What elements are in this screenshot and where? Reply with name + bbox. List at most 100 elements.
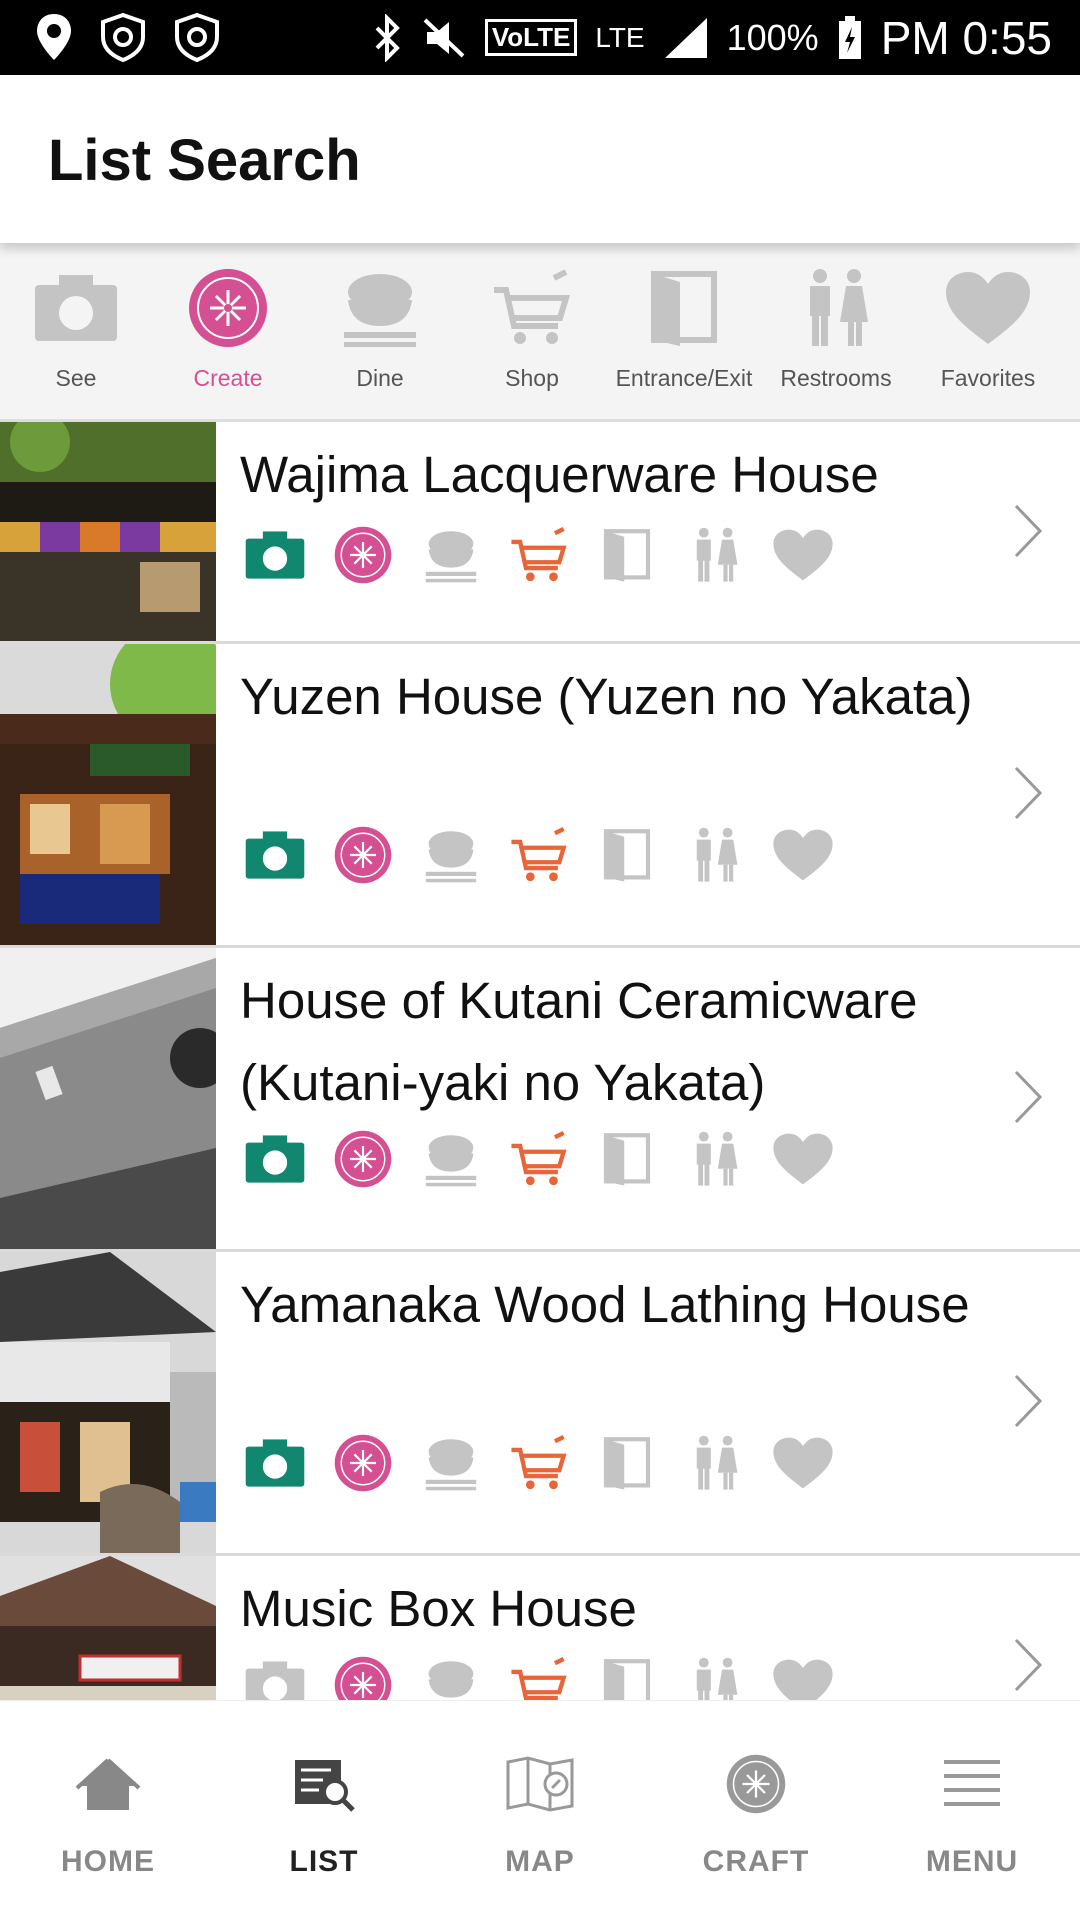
filter-create[interactable]: Create bbox=[152, 243, 304, 419]
door-icon bbox=[596, 1432, 658, 1494]
yamanaka-house-photo bbox=[0, 1252, 216, 1553]
hamburger-menu-icon bbox=[932, 1749, 1012, 1819]
shopping-cart-icon bbox=[508, 1432, 570, 1494]
heart-icon[interactable] bbox=[772, 524, 834, 586]
list-item[interactable]: Yuzen House (Yuzen no Yakata) bbox=[0, 644, 1080, 948]
shield-icon bbox=[101, 12, 145, 62]
nav-home[interactable]: HOME bbox=[0, 1701, 216, 1921]
restroom-icon bbox=[786, 263, 886, 353]
shopping-cart-icon bbox=[508, 524, 570, 586]
door-icon bbox=[634, 263, 734, 353]
place-list[interactable]: Wajima Lacquerware House Yuzen House (Yu… bbox=[0, 422, 1080, 1700]
rice-bowl-icon bbox=[420, 1654, 482, 1700]
filter-label: Shop bbox=[505, 365, 559, 391]
place-name: Yuzen House (Yuzen no Yakata) bbox=[240, 668, 973, 725]
shopping-cart-icon bbox=[508, 1654, 570, 1700]
filter-label: Create bbox=[193, 365, 263, 391]
restroom-icon bbox=[684, 1128, 746, 1190]
door-icon bbox=[596, 824, 658, 886]
category-icons bbox=[244, 1654, 834, 1700]
filter-restrooms[interactable]: Restrooms bbox=[760, 243, 912, 419]
heart-icon[interactable] bbox=[772, 1654, 834, 1700]
filter-see[interactable]: See bbox=[0, 243, 152, 419]
category-icons bbox=[244, 1432, 834, 1494]
heart-icon[interactable] bbox=[772, 1128, 834, 1190]
filter-label: See bbox=[55, 365, 97, 391]
shopping-cart-icon bbox=[508, 1128, 570, 1190]
heart-icon[interactable] bbox=[772, 824, 834, 886]
category-icons bbox=[244, 824, 834, 886]
volte-indicator: VoLTE bbox=[484, 19, 578, 56]
craft-flower-icon bbox=[178, 263, 278, 353]
filter-dine[interactable]: Dine bbox=[304, 243, 456, 419]
place-name: Music Box House bbox=[240, 1580, 637, 1637]
filter-entrance-exit[interactable]: Entrance/Exit bbox=[608, 243, 760, 419]
rice-bowl-icon bbox=[420, 1432, 482, 1494]
camera-icon bbox=[244, 1128, 306, 1190]
rice-bowl-icon bbox=[330, 263, 430, 353]
shopping-cart-icon bbox=[482, 263, 582, 353]
craft-icon bbox=[716, 1749, 796, 1819]
door-icon bbox=[596, 1654, 658, 1700]
app-bar: List Search bbox=[0, 75, 1080, 243]
map-icon bbox=[500, 1749, 580, 1819]
filter-favorites[interactable]: Favorites bbox=[912, 243, 1064, 419]
place-name: House of Kutani Ceramicware (Kutani-yaki… bbox=[240, 972, 918, 1111]
camera-icon bbox=[244, 824, 306, 886]
home-icon bbox=[68, 1749, 148, 1819]
music-box-house-photo bbox=[0, 1556, 216, 1700]
shopping-cart-icon bbox=[508, 824, 570, 886]
list-item[interactable]: Wajima Lacquerware House bbox=[0, 422, 1080, 644]
signal-icon bbox=[664, 17, 707, 58]
bluetooth-icon bbox=[375, 13, 400, 62]
status-bar: VoLTE LTE 100% PM 0:55 bbox=[0, 0, 1080, 75]
filter-label: Dine bbox=[356, 365, 404, 391]
clock: PM 0:55 bbox=[880, 11, 1052, 64]
rice-bowl-icon bbox=[420, 524, 482, 586]
battery-charging-icon bbox=[838, 15, 861, 59]
nav-menu[interactable]: MENU bbox=[864, 1701, 1080, 1921]
heart-icon bbox=[938, 263, 1038, 353]
nav-craft[interactable]: CRAFT bbox=[648, 1701, 864, 1921]
filter-shop[interactable]: Shop bbox=[456, 243, 608, 419]
nav-label: LIST bbox=[289, 1845, 359, 1878]
list-item[interactable]: Music Box House bbox=[0, 1556, 1080, 1700]
nav-label: MAP bbox=[505, 1845, 575, 1878]
list-item[interactable]: House of Kutani Ceramicware (Kutani-yaki… bbox=[0, 948, 1080, 1252]
heart-icon[interactable] bbox=[772, 1432, 834, 1494]
list-search-icon bbox=[284, 1749, 364, 1819]
shield-icon bbox=[175, 12, 219, 62]
rice-bowl-icon bbox=[420, 1128, 482, 1190]
camera-icon bbox=[244, 1654, 306, 1700]
page-title: List Search bbox=[48, 128, 361, 193]
wajima-lacquerware-house-photo bbox=[0, 422, 216, 641]
list-item[interactable]: Yamanaka Wood Lathing House bbox=[0, 1252, 1080, 1556]
rice-bowl-icon bbox=[420, 824, 482, 886]
chevron-right-icon bbox=[1014, 766, 1042, 820]
camera-icon bbox=[26, 263, 126, 353]
restroom-icon bbox=[684, 824, 746, 886]
restroom-icon bbox=[684, 1432, 746, 1494]
craft-flower-icon bbox=[332, 1654, 394, 1700]
kutani-house-photo bbox=[0, 948, 216, 1249]
nav-label: MENU bbox=[925, 1845, 1019, 1878]
filter-label: Entrance/Exit bbox=[615, 365, 753, 391]
nav-map[interactable]: MAP bbox=[432, 1701, 648, 1921]
place-name: Wajima Lacquerware House bbox=[240, 446, 879, 503]
bottom-navigation: HOME LIST MAP CRAFT MENU bbox=[0, 1700, 1080, 1921]
category-icons bbox=[244, 1128, 834, 1190]
craft-flower-icon bbox=[332, 1432, 394, 1494]
chevron-right-icon bbox=[1014, 1638, 1042, 1692]
restroom-icon bbox=[684, 1654, 746, 1700]
door-icon bbox=[596, 524, 658, 586]
nav-list[interactable]: LIST bbox=[216, 1701, 432, 1921]
camera-icon bbox=[244, 524, 306, 586]
nav-label: HOME bbox=[61, 1845, 155, 1878]
restroom-icon bbox=[684, 524, 746, 586]
craft-flower-icon bbox=[332, 1128, 394, 1190]
door-icon bbox=[596, 1128, 658, 1190]
category-filter-bar: See Create Dine Shop Entrance/Exit Restr… bbox=[0, 243, 1080, 422]
nav-label: CRAFT bbox=[702, 1845, 810, 1878]
yuzen-house-photo bbox=[0, 644, 216, 945]
category-icons bbox=[244, 524, 834, 586]
